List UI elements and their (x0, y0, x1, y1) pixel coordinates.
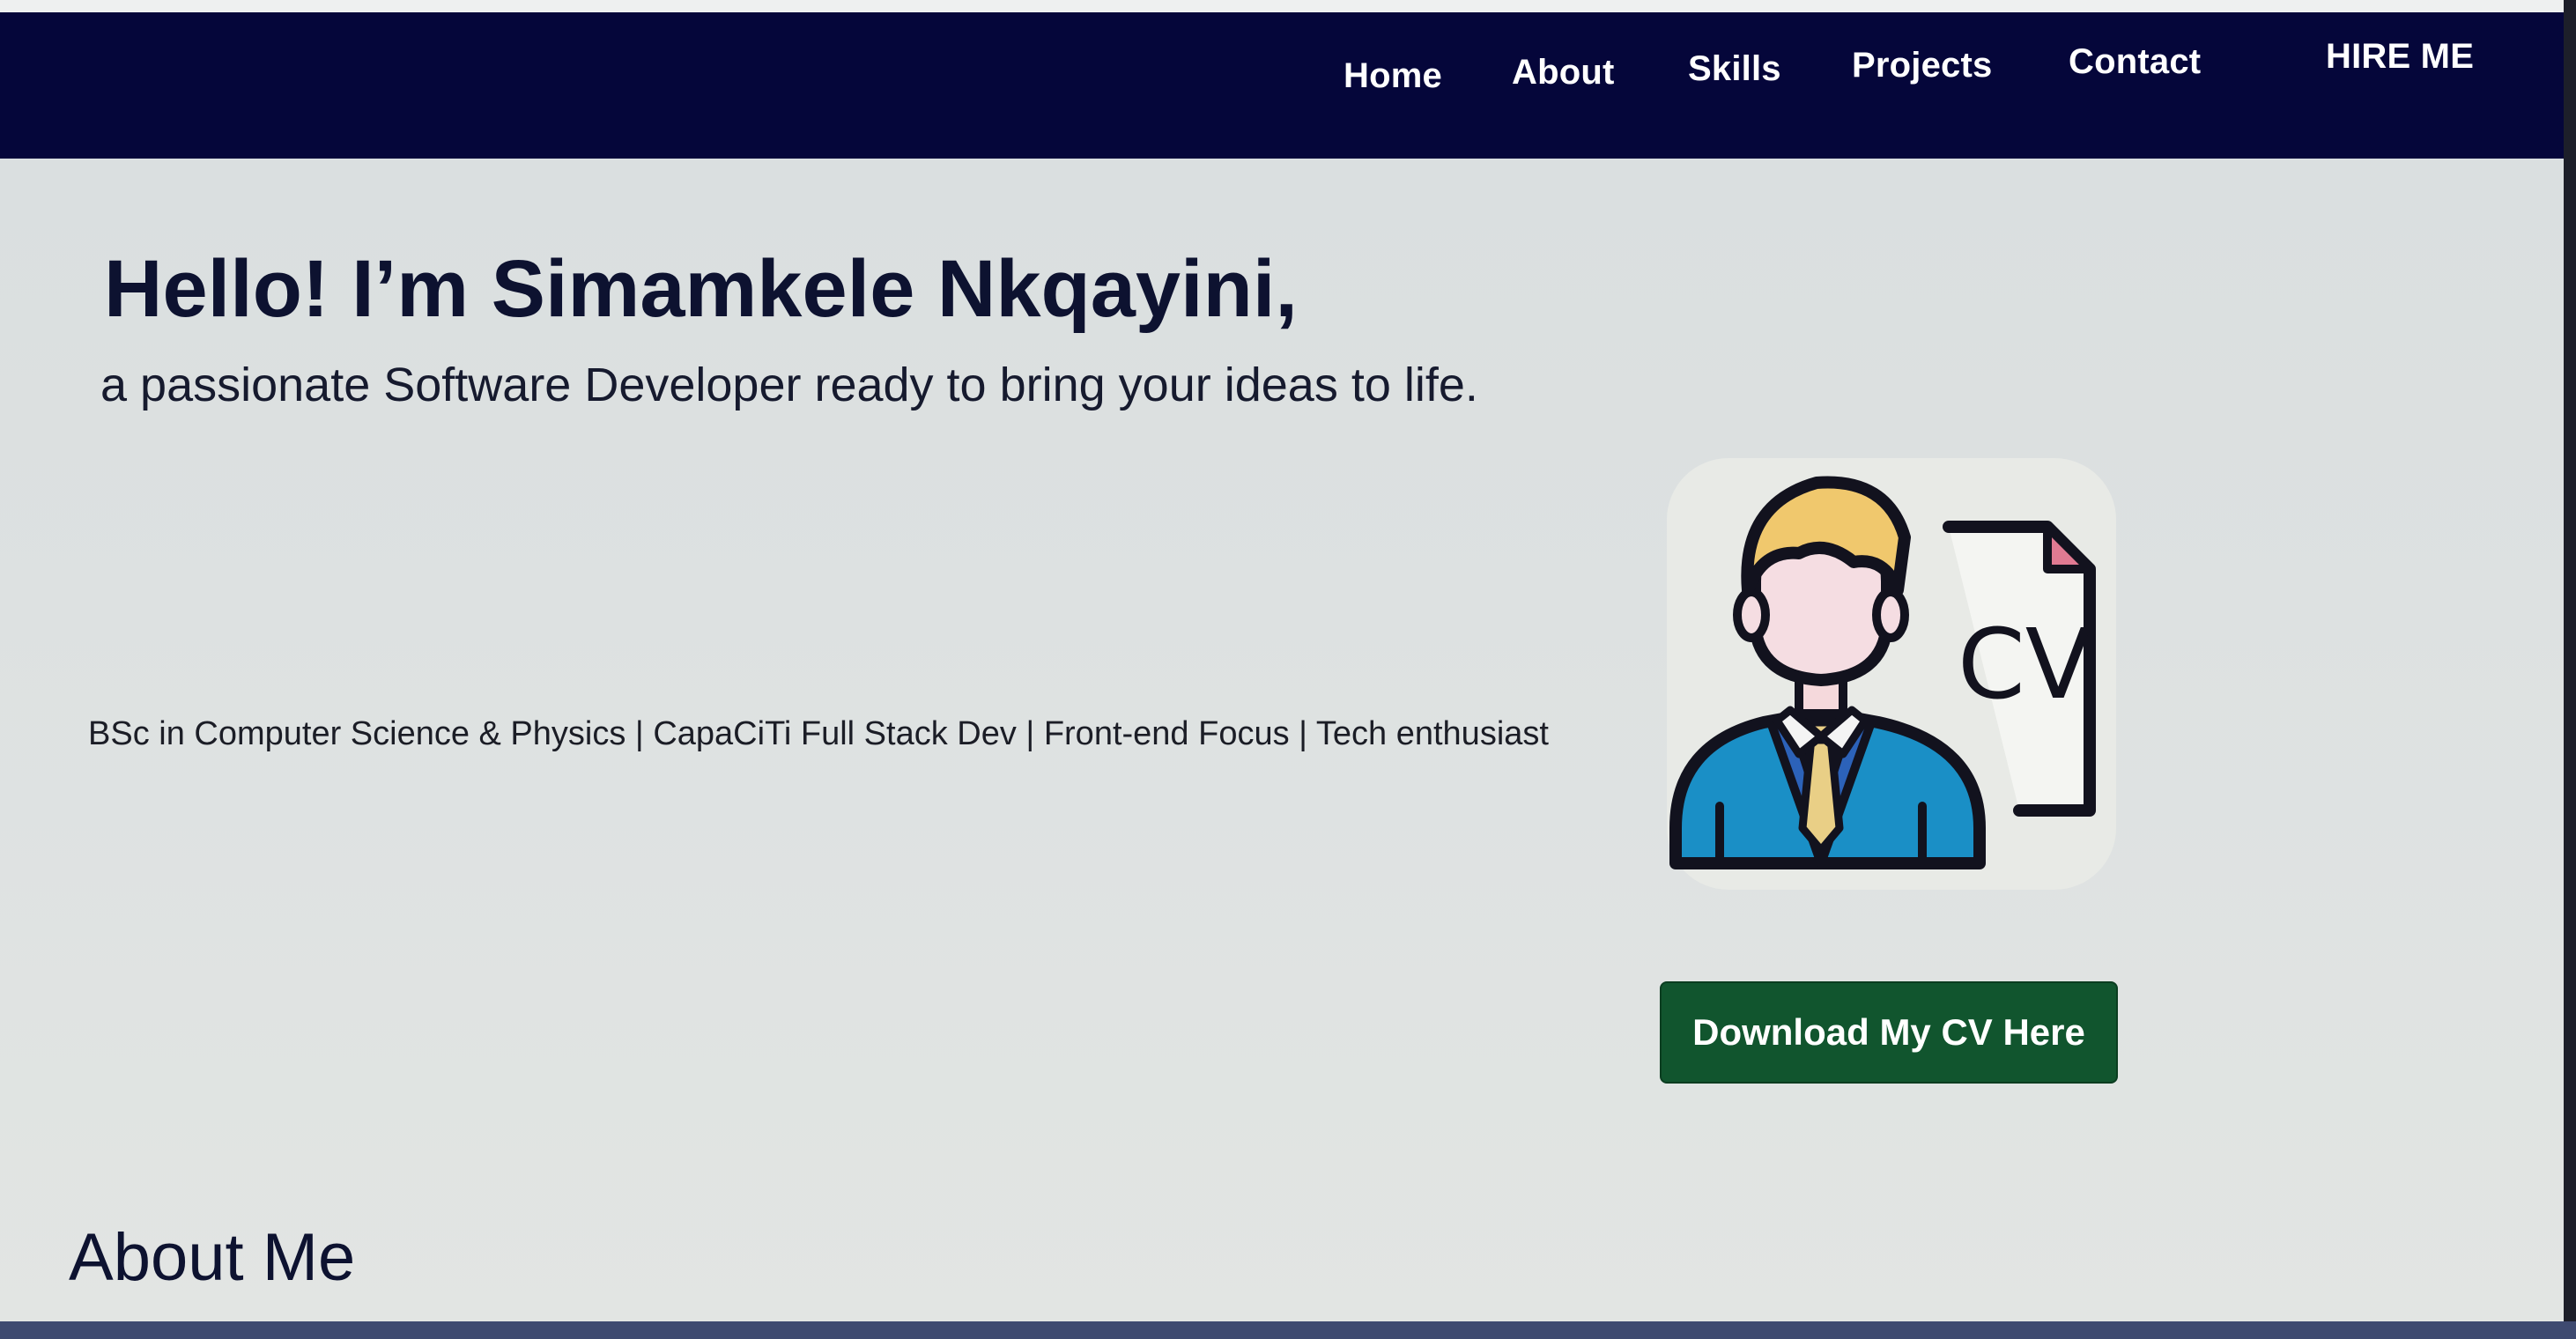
developer-cv-icon: CV (1667, 458, 2116, 890)
hero-subtitle: a passionate Software Developer ready to… (100, 359, 1478, 411)
download-cv-button[interactable]: Download My CV Here (1660, 981, 2118, 1084)
nav-link-projects[interactable]: Projects (1852, 46, 1992, 85)
about-section-heading: About Me (69, 1220, 356, 1295)
nav-link-about[interactable]: About (1512, 53, 1615, 92)
bottom-edge (0, 1321, 2576, 1339)
cv-icon-text: CV (1958, 608, 2091, 721)
browser-top-edge (0, 0, 2576, 12)
nav-link-skills[interactable]: Skills (1688, 49, 1781, 89)
nav-link-home[interactable]: Home (1344, 56, 1442, 96)
hero-tagline: BSc in Computer Science & Physics | Capa… (88, 715, 1549, 752)
hire-me-link[interactable]: HIRE ME (2326, 37, 2474, 77)
hero-title: Hello! I’m Simamkele Nkqayini, (104, 244, 1298, 334)
portfolio-page: Home About Skills Projects Contact HIRE … (0, 0, 2576, 1339)
navbar: Home About Skills Projects Contact HIRE … (0, 12, 2564, 159)
nav-link-contact[interactable]: Contact (2069, 42, 2201, 82)
scrollbar-edge[interactable] (2564, 0, 2576, 1339)
